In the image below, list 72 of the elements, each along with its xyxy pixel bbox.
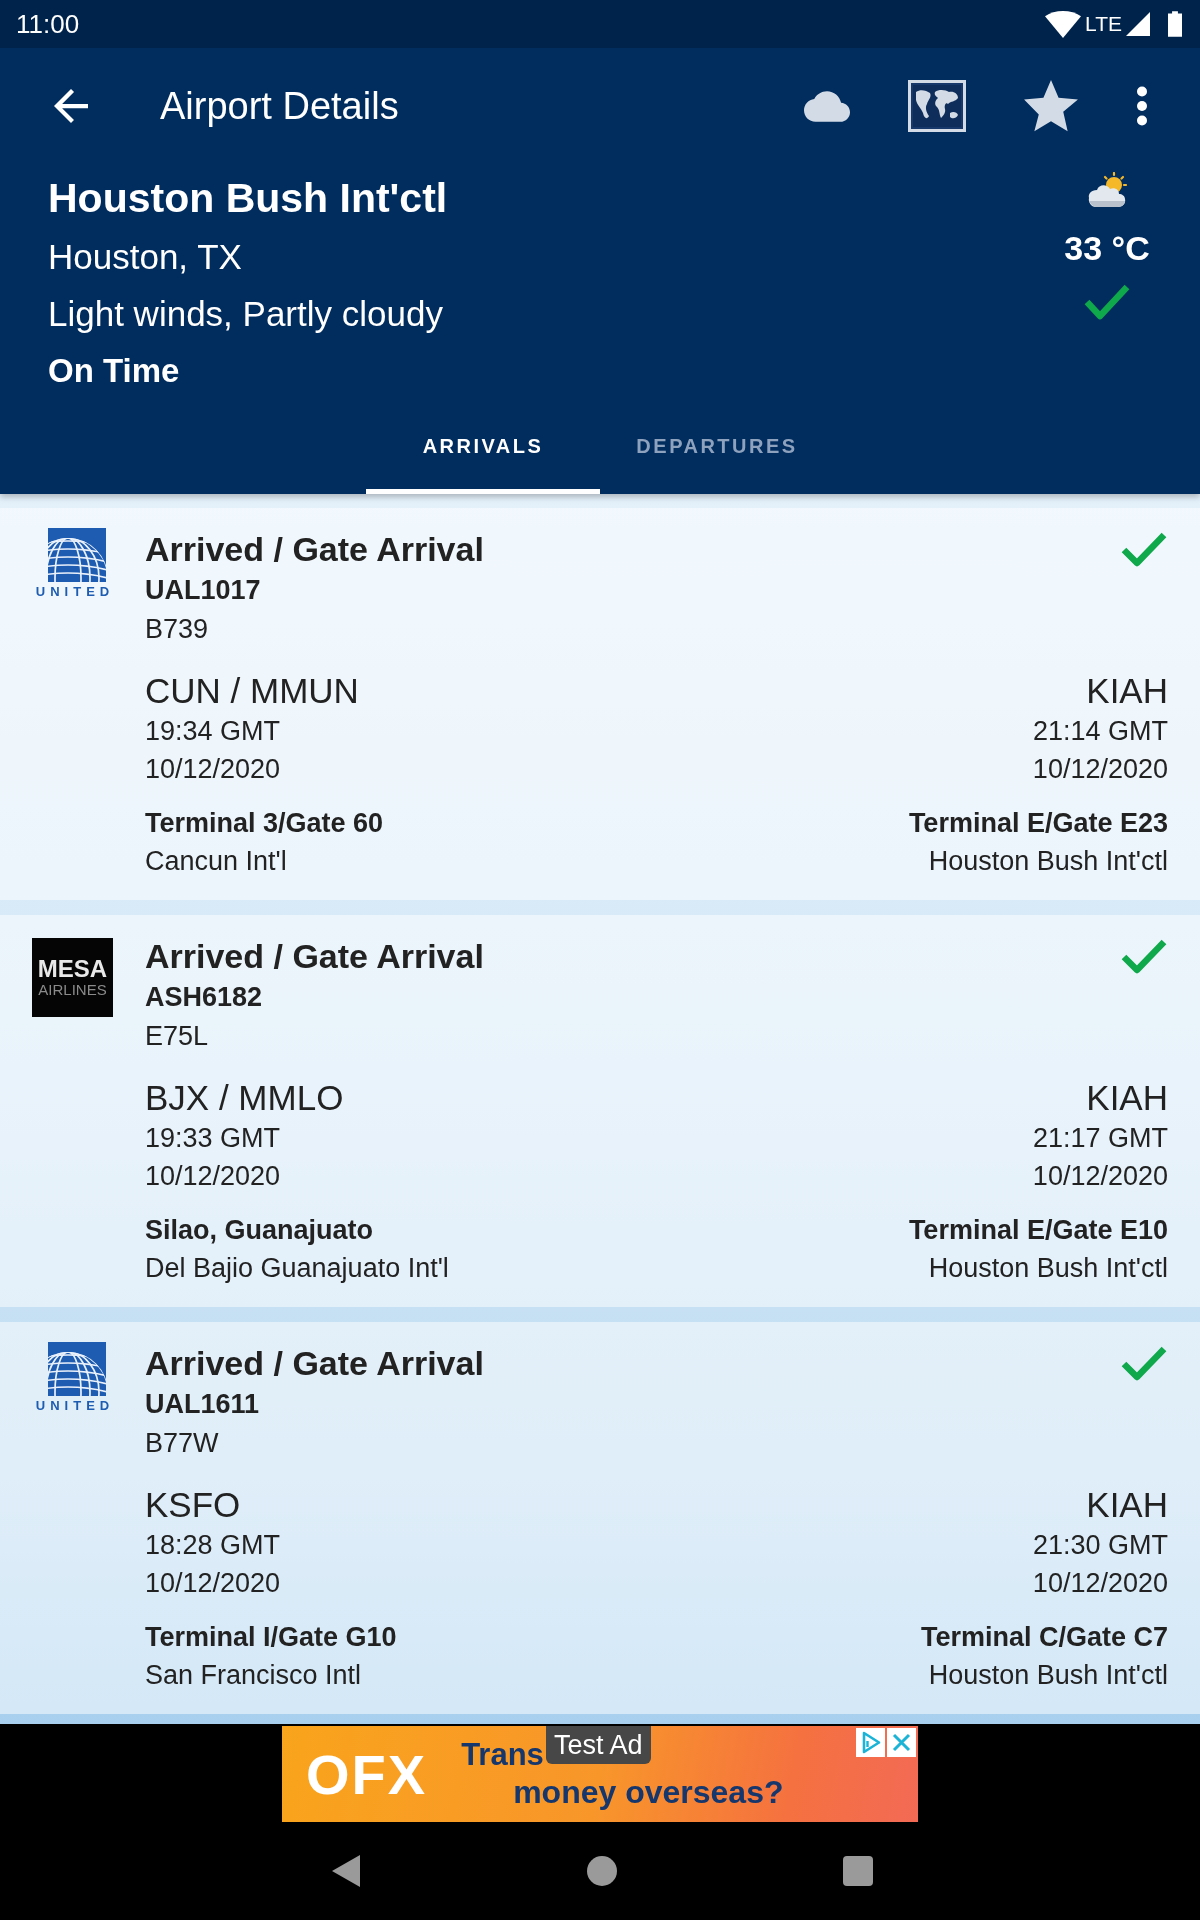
flight-status: Arrived / Gate Arrival bbox=[145, 1343, 484, 1384]
temperature: 33 °C bbox=[1064, 228, 1150, 269]
flight-card[interactable]: UNITED Arrived / Gate Arrival UAL1611 B77W KSFO 18:28 GMT 10/12/2020 Terminal I/Gate G10 San Francisco Intl KIAH 21:30 GMT 10/12/2020 Terminal C/Gate C7 Houston Bush Int'ctl bbox=[0, 1322, 1200, 1714]
airport-label: Del Bajio Guanajuato Int'l bbox=[145, 1252, 449, 1285]
gate-info: Terminal 3/Gate 60 bbox=[145, 807, 384, 840]
ad-headline: Trans bbox=[461, 1737, 544, 1773]
check-icon bbox=[1120, 531, 1168, 569]
gate-info: Terminal E/Gate E10 bbox=[908, 1214, 1168, 1247]
flight-status: Arrived / Gate Arrival bbox=[145, 936, 484, 977]
airport-code: CUN / MMUN bbox=[145, 670, 359, 712]
airport-code: KIAH bbox=[1086, 670, 1168, 712]
airport-code: KSFO bbox=[145, 1484, 241, 1526]
check-icon bbox=[1083, 282, 1131, 322]
airport-city: Houston, TX bbox=[48, 236, 243, 278]
airport-label: Houston Bush Int'ctl bbox=[928, 845, 1168, 878]
network-type: LTE bbox=[1085, 12, 1122, 36]
test-ad-badge: Test Ad bbox=[546, 1726, 651, 1764]
flight-date: 10/12/2020 bbox=[145, 1160, 281, 1193]
ad-subline: money overseas? bbox=[513, 1773, 784, 1811]
cloud-icon[interactable] bbox=[804, 90, 850, 122]
flight-card[interactable]: MESA AIRLINES Arrived / Gate Arrival ASH6182 E75L BJX / MMLO 19:33 GMT 10/12/2020 Silao, Guanajuato Del Bajio Guanajuato Int'l KIAH 21:17 GMT 10/12/2020 Terminal E/Gate E10 Houston Bush Int'ctl bbox=[0, 915, 1200, 1307]
airport-label: Houston Bush Int'ctl bbox=[928, 1659, 1168, 1692]
tab[interactable]: DEPARTURES bbox=[600, 420, 834, 494]
airport-code: KIAH bbox=[1086, 1484, 1168, 1526]
flight-date: 10/12/2020 bbox=[1032, 753, 1168, 786]
more-options-icon[interactable] bbox=[1136, 86, 1148, 126]
airport-label: San Francisco Intl bbox=[145, 1659, 362, 1692]
gmt-time: 21:30 GMT bbox=[1032, 1529, 1168, 1562]
gate-info: Terminal C/Gate C7 bbox=[920, 1621, 1168, 1654]
recents-icon[interactable] bbox=[843, 1855, 873, 1887]
flight-date: 10/12/2020 bbox=[145, 753, 281, 786]
gmt-time: 21:14 GMT bbox=[1032, 715, 1168, 748]
partly-cloudy-icon bbox=[1086, 172, 1128, 210]
status-time: 11:00 bbox=[16, 8, 80, 40]
flight-number: UAL1017 bbox=[145, 574, 262, 607]
home-icon[interactable] bbox=[587, 1855, 617, 1887]
back-icon[interactable] bbox=[54, 89, 88, 123]
back-nav-icon[interactable] bbox=[331, 1855, 361, 1887]
gmt-time: 18:28 GMT bbox=[145, 1529, 281, 1562]
flight-card[interactable]: UNITED Arrived / Gate Arrival UAL1017 B739 CUN / MMUN 19:34 GMT 10/12/2020 Terminal 3/Gate 60 Cancun Int'l KIAH 21:14 GMT 10/12/2020 Terminal E/Gate E23 Houston Bush Int'ctl bbox=[0, 508, 1200, 900]
airport-label: Houston Bush Int'ctl bbox=[928, 1252, 1168, 1285]
airport-code: KIAH bbox=[1086, 1077, 1168, 1119]
check-icon bbox=[1120, 938, 1168, 976]
flight-date: 10/12/2020 bbox=[1032, 1567, 1168, 1600]
aircraft-type: B77W bbox=[145, 1427, 220, 1460]
battery-icon bbox=[1168, 11, 1182, 37]
flight-date: 10/12/2020 bbox=[145, 1567, 281, 1600]
aircraft-type: B739 bbox=[145, 613, 210, 646]
gate-info: Terminal E/Gate E23 bbox=[908, 807, 1168, 840]
airline-logo: MESA AIRLINES bbox=[32, 938, 113, 1017]
gate-info: Terminal I/Gate G10 bbox=[145, 1621, 397, 1654]
ad-logo: OFX bbox=[306, 1741, 428, 1807]
airport-name: Houston Bush Int'ctl bbox=[48, 174, 449, 223]
aircraft-type: E75L bbox=[145, 1020, 210, 1053]
airport-status: On Time bbox=[48, 351, 181, 391]
flight-number: UAL1611 bbox=[145, 1388, 261, 1421]
check-icon bbox=[1120, 1345, 1168, 1383]
airport-label: Cancun Int'l bbox=[145, 845, 287, 878]
flight-date: 10/12/2020 bbox=[1032, 1160, 1168, 1193]
gmt-time: 21:17 GMT bbox=[1032, 1122, 1168, 1155]
flight-number: ASH6182 bbox=[145, 981, 264, 1014]
airport-code: BJX / MMLO bbox=[145, 1077, 344, 1119]
flight-status: Arrived / Gate Arrival bbox=[145, 529, 484, 570]
gate-info: Silao, Guanajuato bbox=[145, 1214, 374, 1247]
star-icon[interactable] bbox=[1024, 80, 1078, 132]
gmt-time: 19:33 GMT bbox=[145, 1122, 281, 1155]
world-map-icon[interactable] bbox=[908, 80, 966, 132]
gmt-time: 19:34 GMT bbox=[145, 715, 281, 748]
weather-conditions: Light winds, Partly cloudy bbox=[48, 293, 444, 335]
wifi-icon bbox=[1045, 10, 1082, 38]
signal-icon bbox=[1126, 12, 1150, 36]
screen-title: Airport Details bbox=[160, 84, 400, 128]
